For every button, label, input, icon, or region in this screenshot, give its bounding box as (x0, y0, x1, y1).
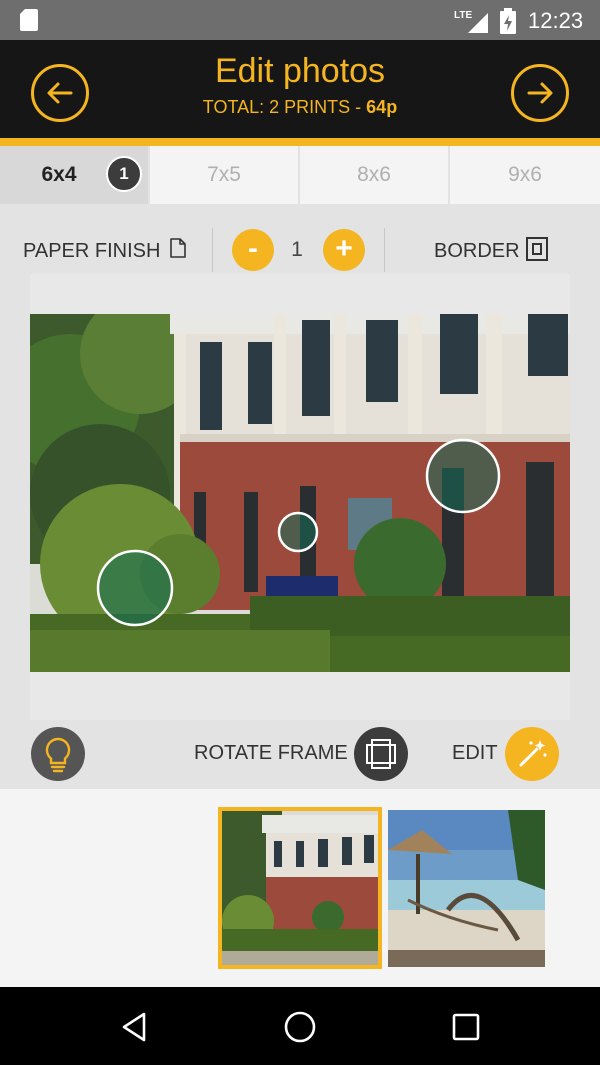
print-options-bar: PAPER FINISH - 1 + BORDER (0, 224, 600, 280)
rotate-frame-button[interactable]: ROTATE FRAME (190, 724, 412, 784)
border-label: BORDER (434, 240, 520, 262)
sd-card-icon (20, 9, 38, 31)
photo-editor: PAPER FINISH - 1 + BORDER ROTATE FRAME E… (0, 204, 600, 789)
edit-button[interactable]: EDIT (448, 724, 560, 784)
thumbnail-beach[interactable] (388, 810, 545, 967)
header: Edit photos TOTAL: 2 PRINTS - 64p (0, 40, 600, 146)
tab-6x4[interactable]: 6x4 1 (0, 146, 150, 204)
order-total: TOTAL: 2 PRINTS - 64p (100, 96, 500, 118)
back-button[interactable] (31, 64, 89, 122)
crop-margin-bottom (30, 672, 570, 720)
rotate-frame-label: ROTATE FRAME (194, 742, 348, 764)
print-size-tabs: 6x4 1 7x5 8x6 9x6 (0, 146, 600, 204)
recents-square-icon[interactable] (448, 1009, 484, 1045)
rotate-frame-icon (354, 727, 408, 781)
arrow-left-circle-icon (47, 82, 73, 104)
home-circle-icon[interactable] (282, 1009, 318, 1045)
svg-text:LTE: LTE (454, 10, 472, 21)
tab-7x5[interactable]: 7x5 (150, 146, 300, 204)
clock: 12:23 (528, 8, 584, 33)
tab-6x4-label: 6x4 (41, 163, 77, 186)
tab-8x6[interactable]: 8x6 (300, 146, 450, 204)
order-total-label: TOTAL: 2 PRINTS - (202, 97, 367, 117)
status-bar: LTE 12:23 (0, 0, 600, 40)
next-button[interactable] (511, 64, 569, 122)
border-button[interactable]: BORDER (430, 224, 555, 276)
tab-6x4-count-badge: 1 (106, 156, 142, 192)
photo-thumbnail-strip[interactable] (0, 789, 600, 987)
photo-crop-canvas[interactable] (30, 274, 570, 720)
tab-7x5-label: 7x5 (207, 163, 241, 186)
border-frame-icon (526, 237, 548, 261)
paper-finish-button[interactable]: PAPER FINISH (20, 224, 195, 276)
building-photo (222, 811, 378, 965)
page-title: Edit photos (214, 52, 386, 90)
document-icon (170, 238, 186, 258)
back-triangle-icon[interactable] (116, 1009, 152, 1045)
edit-label: EDIT (452, 742, 498, 764)
tab-8x6-label: 8x6 (357, 163, 391, 186)
paper-finish-label: PAPER FINISH (23, 240, 161, 262)
lightbulb-icon (45, 737, 71, 773)
beach-photo (388, 810, 545, 967)
decrease-quantity-button[interactable]: - (232, 229, 274, 271)
lte-signal-icon: LTE (454, 10, 488, 33)
order-total-price: 64p (366, 97, 398, 117)
battery-charging-icon (500, 8, 516, 34)
tab-9x6-label: 9x6 (508, 163, 542, 186)
quantity-value: 1 (291, 238, 303, 261)
options-divider (212, 228, 213, 272)
crop-margin-top (30, 274, 570, 314)
header-accent-bar (0, 138, 600, 146)
edit-toolbar: ROTATE FRAME EDIT (0, 724, 600, 784)
tips-button[interactable] (31, 727, 85, 781)
building-photo (30, 314, 570, 672)
system-navigation-bar (0, 987, 600, 1065)
tab-9x6[interactable]: 9x6 (450, 146, 600, 204)
thumbnail-building[interactable] (218, 807, 382, 969)
magic-wand-icon (505, 727, 559, 781)
increase-quantity-button[interactable]: + (323, 229, 365, 271)
arrow-right-circle-icon (527, 82, 553, 104)
options-divider (384, 228, 385, 272)
